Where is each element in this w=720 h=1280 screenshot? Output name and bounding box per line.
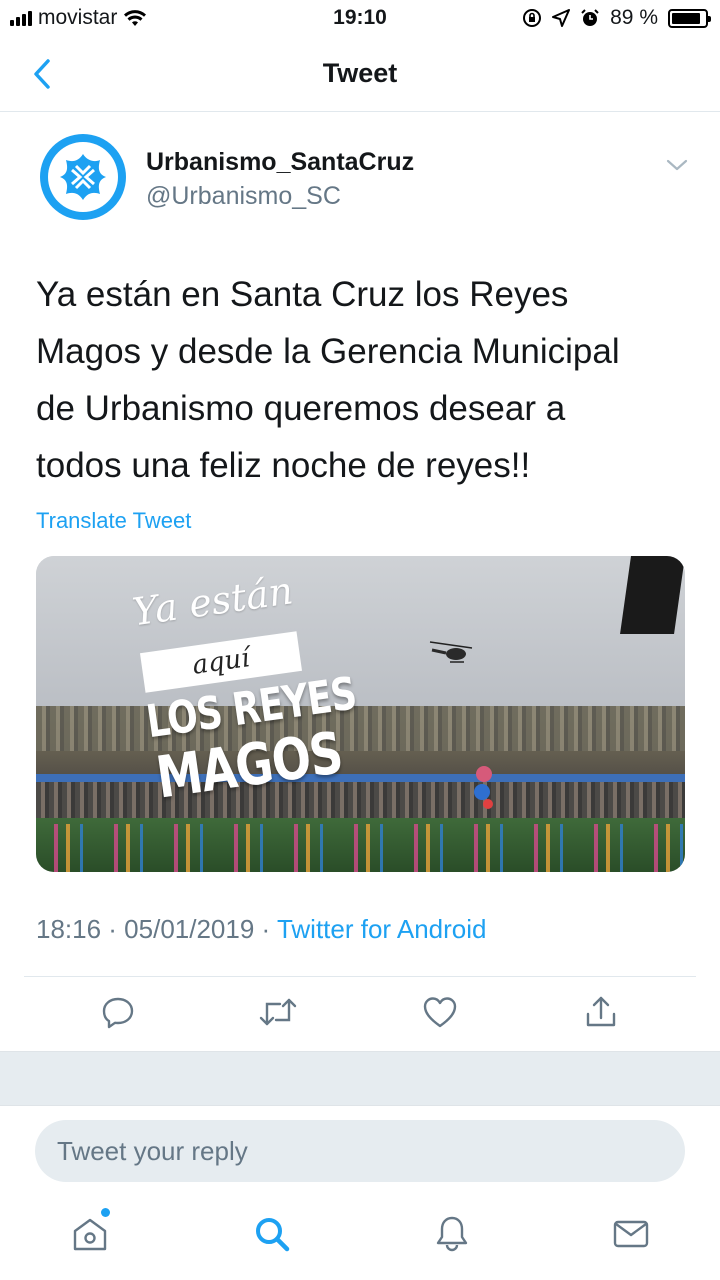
tab-search[interactable] xyxy=(250,1212,294,1256)
reply-input[interactable] xyxy=(35,1120,685,1182)
home-icon xyxy=(73,1218,107,1251)
balloons-icon xyxy=(474,766,493,809)
tweet-text-line: de Urbanismo queremos desear a xyxy=(36,389,566,428)
tweet-text-line: Magos y desde la Gerencia Municipal xyxy=(36,332,620,371)
media-overlay-text: Ya están aquí LOS REYES MAGOS xyxy=(130,568,382,811)
tab-notifications[interactable] xyxy=(430,1212,474,1256)
media-crowd xyxy=(36,782,685,822)
tweet-text-line: todos una feliz noche de reyes!! xyxy=(36,446,531,485)
tweet-source-link[interactable]: Twitter for Android xyxy=(277,914,487,944)
user-handle[interactable]: @Urbanismo_SC xyxy=(146,182,341,211)
tweet-text-line: Ya están en Santa Cruz los Reyes xyxy=(36,275,569,314)
screen-lock-icon xyxy=(523,9,542,27)
divider xyxy=(24,976,696,977)
translate-tweet-link[interactable]: Translate Tweet xyxy=(36,508,191,534)
tweet-timestamp: 18:16 · 05/01/2019 · xyxy=(36,914,277,944)
avatar-logo xyxy=(48,142,118,212)
bottom-tab-bar xyxy=(0,1196,720,1280)
share-icon xyxy=(586,996,616,1027)
reply-icon xyxy=(102,997,134,1029)
tweet-menu-button[interactable] xyxy=(664,152,690,178)
tweet-meta: 18:16 · 05/01/2019 · Twitter for Android xyxy=(36,914,486,945)
page-title: Tweet xyxy=(322,58,398,88)
helicopter-icon xyxy=(429,641,473,663)
tab-home[interactable] xyxy=(68,1208,112,1256)
tweet-actions xyxy=(0,992,720,1038)
tweet-media-image[interactable]: Ya están aquí LOS REYES MAGOS xyxy=(36,556,685,872)
share-button[interactable] xyxy=(581,992,621,1032)
status-bar: movistar 19:10 89 % xyxy=(0,0,720,38)
battery-icon xyxy=(668,8,711,28)
battery-fill xyxy=(672,12,701,24)
alarm-icon xyxy=(581,9,599,26)
search-icon xyxy=(256,1218,290,1252)
display-name[interactable]: Urbanismo_SantaCruz xyxy=(146,148,414,177)
new-content-dot xyxy=(101,1208,110,1217)
notifications-icon xyxy=(436,1216,468,1252)
tweet-header: Urbanismo_SantaCruz @Urbanismo_SC xyxy=(36,130,696,230)
media-stadium-roof xyxy=(620,556,685,634)
tweet-text: Ya están en Santa Cruz los Reyes Magos y… xyxy=(36,266,686,494)
like-button[interactable] xyxy=(420,992,460,1032)
reply-button[interactable] xyxy=(98,992,138,1032)
messages-icon xyxy=(613,1220,649,1248)
like-icon xyxy=(423,997,457,1028)
nav-bar: Tweet xyxy=(0,38,720,112)
location-icon xyxy=(552,9,571,27)
retweet-button[interactable] xyxy=(258,992,298,1032)
retweet-icon xyxy=(259,998,297,1026)
chevron-down-icon xyxy=(666,159,688,171)
status-right: 89 % xyxy=(522,6,711,30)
media-performers xyxy=(36,824,685,872)
battery-percent: 89 % xyxy=(610,6,658,29)
tab-messages[interactable] xyxy=(609,1212,653,1256)
urbanismo-logo-icon xyxy=(60,154,106,200)
section-separator xyxy=(0,1051,720,1106)
avatar[interactable] xyxy=(40,134,126,220)
overlay-line-2: aquí xyxy=(190,643,252,681)
